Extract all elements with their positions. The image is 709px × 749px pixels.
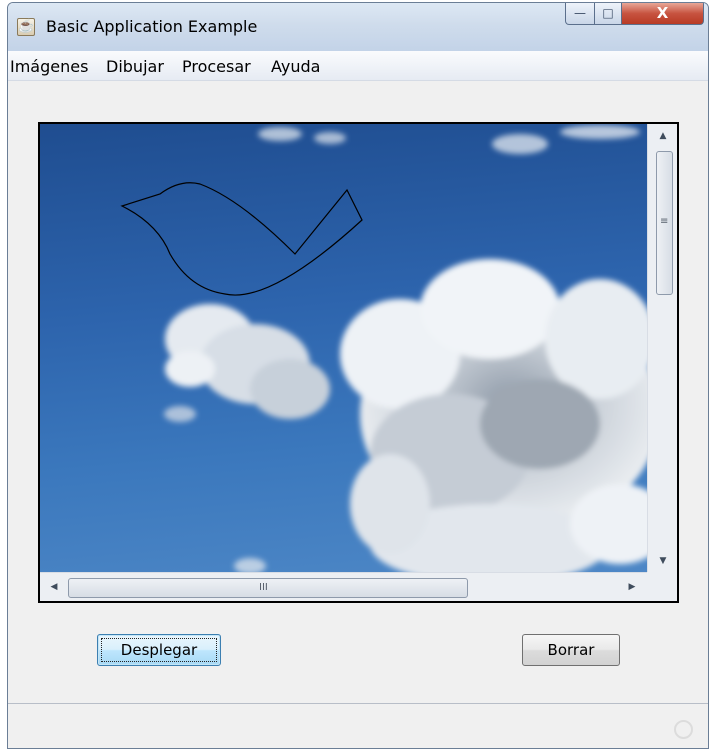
desplegar-button[interactable]: Desplegar — [97, 634, 221, 666]
horizontal-scrollbar[interactable]: ◀ III ▶ — [40, 572, 647, 601]
close-button[interactable]: X — [621, 3, 704, 25]
image-scroll-pane: ▲ ≡ ▼ ◀ III ▶ — [38, 122, 679, 603]
java-cup-icon: ☕ — [17, 18, 35, 36]
bird-outline — [120, 182, 363, 296]
menu-imagenes[interactable]: Imágenes — [10, 57, 88, 76]
minimize-button[interactable]: — — [565, 3, 595, 25]
vertical-scrollbar[interactable]: ▲ ≡ ▼ — [647, 124, 677, 572]
horizontal-scroll-thumb[interactable]: III — [68, 578, 468, 598]
scroll-down-arrow-icon[interactable]: ▼ — [653, 556, 673, 566]
vertical-scroll-thumb[interactable]: ≡ — [656, 151, 673, 295]
vertical-grip-icon: ≡ — [660, 216, 669, 227]
menu-ayuda[interactable]: Ayuda — [271, 57, 320, 76]
menu-procesar[interactable]: Procesar — [182, 57, 251, 76]
maximize-button[interactable]: □ — [594, 3, 622, 25]
window-title: Basic Application Example — [46, 17, 258, 36]
scroll-corner — [647, 572, 677, 601]
scroll-up-arrow-icon[interactable]: ▲ — [653, 131, 673, 141]
image-canvas[interactable] — [40, 124, 647, 572]
horizontal-grip-icon: III — [259, 582, 268, 593]
main-cloud — [340, 259, 647, 572]
desplegar-label: Desplegar — [120, 641, 198, 659]
busy-indicator-icon — [674, 720, 693, 739]
status-bar — [8, 703, 708, 748]
menu-dibujar[interactable]: Dibujar — [106, 57, 164, 76]
title-bar[interactable]: ☕ Basic Application Example — □ X — [8, 3, 708, 51]
scroll-left-arrow-icon[interactable]: ◀ — [44, 582, 64, 592]
scroll-right-arrow-icon[interactable]: ▶ — [622, 582, 642, 592]
menu-bar: Imágenes Dibujar Procesar Ayuda — [8, 51, 708, 81]
borrar-button[interactable]: Borrar — [522, 634, 620, 666]
left-cloud — [165, 304, 330, 419]
sky-image — [120, 125, 647, 572]
application-window: ☕ Basic Application Example — □ X Imágen… — [7, 2, 709, 749]
